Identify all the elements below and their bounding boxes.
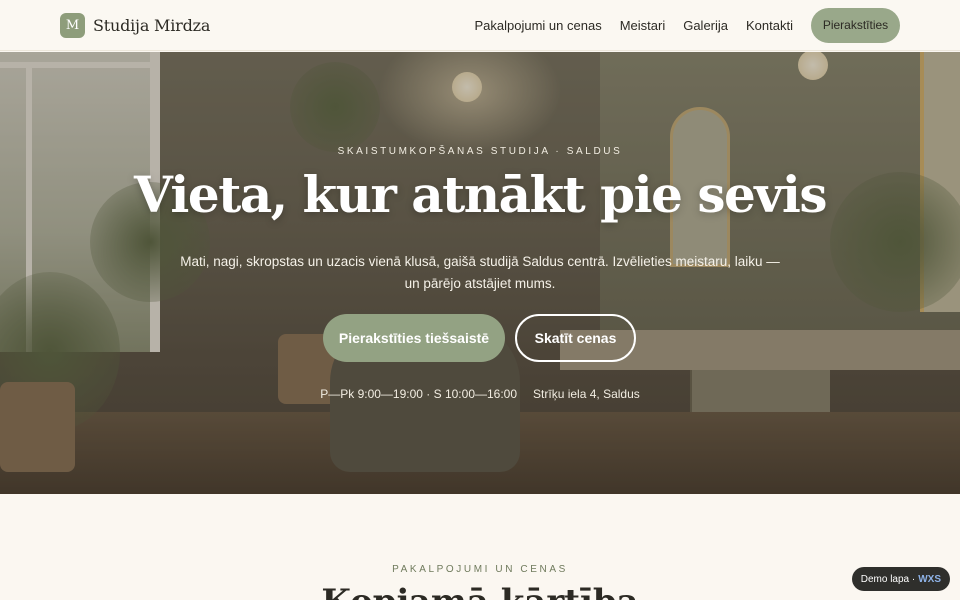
demo-badge[interactable]: Demo lapa · WXS: [851, 567, 950, 591]
hero-section: SKAISTUMKOPŠANAS STUDIJA · SALDUS Vieta,…: [0, 52, 960, 494]
services-section: PAKALPOJUMI UN CENAS Kopjamā kārtība: [0, 494, 960, 600]
main-nav: Pakalpojumi un cenas Meistari Galerija K…: [475, 7, 900, 43]
nav-item-contacts[interactable]: Kontakti: [746, 18, 793, 33]
address: Strīķu iela 4, Saldus: [533, 387, 640, 401]
demo-badge-label: Demo lapa ·: [860, 573, 916, 585]
nav-item-services[interactable]: Pakalpojumi un cenas: [475, 18, 602, 33]
view-prices-button[interactable]: Skatīt cenas: [515, 314, 636, 362]
hero-content: SKAISTUMKOPŠANAS STUDIJA · SALDUS Vieta,…: [0, 52, 960, 494]
section-eyebrow: PAKALPOJUMI UN CENAS: [392, 564, 568, 575]
book-online-button[interactable]: Pierakstīties tiešsaistē: [323, 314, 505, 362]
opening-hours: P—Pk 9:00—19:00 · S 10:00—16:00: [320, 387, 518, 401]
nav-item-gallery[interactable]: Galerija: [683, 18, 728, 33]
hero-subtitle: Mati, nagi, skropstas un uzacis vienā kl…: [180, 254, 780, 291]
logo-mark: M: [60, 12, 85, 38]
hero-title: Vieta, kur atnākt pie sevis: [134, 165, 828, 224]
section-title: Kopjamā kārtība: [0, 582, 960, 600]
logo-text: Studija Mirdza: [93, 15, 211, 35]
hero-info: P—Pk 9:00—19:00 · S 10:00—16:00 Strīķu i…: [0, 387, 960, 401]
demo-badge-brand: WXS: [918, 573, 941, 585]
nav-item-masters[interactable]: Meistari: [620, 18, 666, 33]
site-header: M Studija Mirdza Pakalpojumi un cenas Me…: [0, 0, 960, 51]
hero-eyebrow: SKAISTUMKOPŠANAS STUDIJA · SALDUS: [337, 146, 623, 157]
header-book-button[interactable]: Pierakstīties: [811, 7, 900, 43]
logo[interactable]: M Studija Mirdza: [60, 12, 211, 38]
